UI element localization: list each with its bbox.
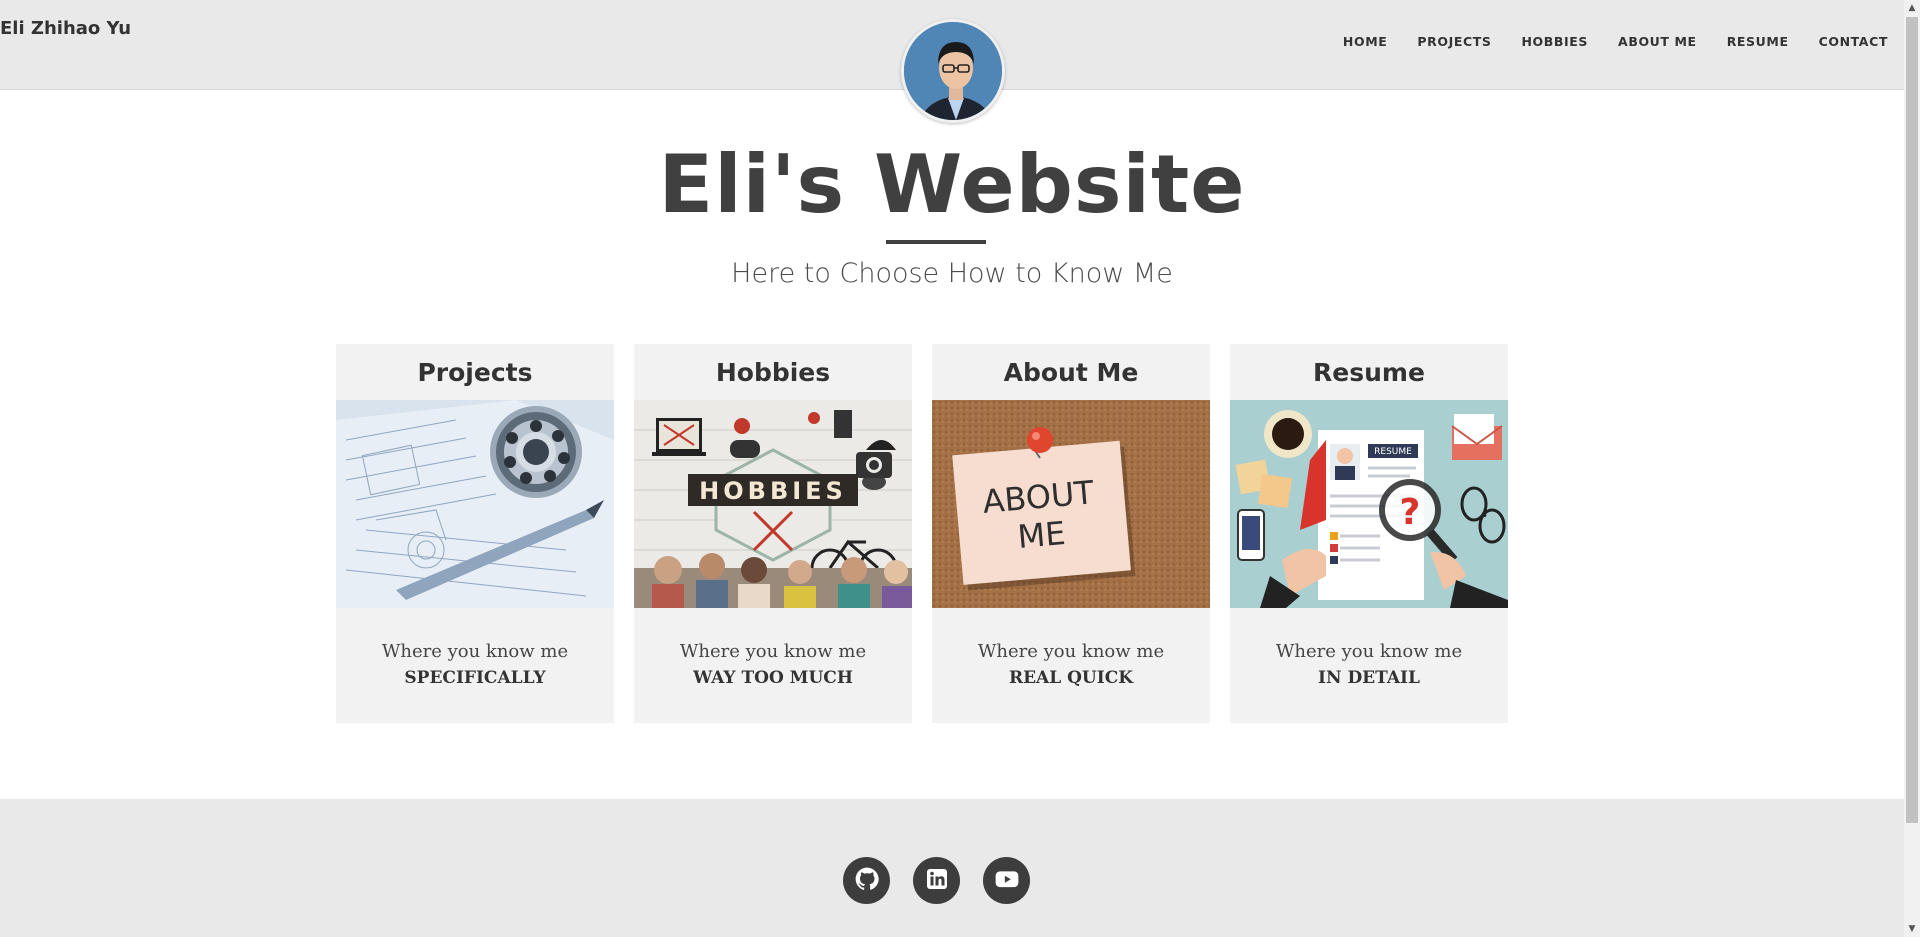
card-hobbies[interactable]: Hobbies HOBBIES Where you know me WAY TO… [634, 344, 912, 723]
resume-tag-text: RESUME [1374, 447, 1412, 457]
linkedin-icon [925, 867, 949, 895]
github-link[interactable] [843, 857, 890, 904]
scroll-up-arrow-icon[interactable]: ▲ [1904, 0, 1920, 16]
resume-image: RESUME ? [1230, 400, 1508, 608]
svg-text:?: ? [1400, 492, 1421, 533]
linkedin-link[interactable] [913, 857, 960, 904]
scroll-thumb[interactable] [1906, 17, 1918, 823]
card-caption: Where you know me [381, 641, 569, 662]
brand-link[interactable]: Eli Zhihao Yu [0, 18, 131, 39]
nav-about-me[interactable]: ABOUT ME [1618, 34, 1697, 49]
card-caption: Where you know me [1275, 641, 1463, 662]
card-title: Resume [1313, 358, 1425, 387]
card-resume[interactable]: Resume RESUME ? Where you know me IN DET… [1230, 344, 1508, 723]
nav-home[interactable]: HOME [1343, 34, 1387, 49]
hobbies-image: HOBBIES [634, 400, 912, 608]
card-title: About Me [1003, 358, 1139, 387]
about-me-image: ABOUT ME [932, 400, 1210, 608]
card-caption-emphasis: IN DETAIL [1318, 668, 1420, 688]
card-caption-emphasis: WAY TOO MUCH [693, 668, 853, 688]
footer [0, 799, 1904, 937]
title-divider [886, 240, 986, 244]
nav-hobbies[interactable]: HOBBIES [1522, 34, 1589, 49]
page-title: Eli's Website [658, 138, 1246, 231]
card-about-me[interactable]: About Me ABOUT ME Where you know me REAL… [932, 344, 1210, 723]
main-nav: HOME PROJECTS HOBBIES ABOUT ME RESUME CO… [1313, 34, 1888, 49]
card-caption-emphasis: SPECIFICALLY [404, 668, 546, 688]
card-title: Projects [417, 358, 533, 387]
card-caption-emphasis: REAL QUICK [1008, 668, 1134, 688]
card-caption: Where you know me [977, 641, 1165, 662]
page-subtitle: Here to Choose How to Know Me [731, 258, 1173, 289]
youtube-link[interactable] [983, 857, 1030, 904]
projects-image [336, 400, 614, 608]
github-icon [854, 866, 880, 896]
nav-resume[interactable]: RESUME [1727, 34, 1789, 49]
hobbies-banner-text: HOBBIES [699, 477, 847, 505]
card-title: Hobbies [715, 358, 831, 387]
nav-projects[interactable]: PROJECTS [1417, 34, 1491, 49]
card-projects[interactable]: Projects Where you know me SPECIFICALLY [336, 344, 614, 723]
profile-avatar [901, 19, 1005, 123]
scroll-down-arrow-icon[interactable]: ▼ [1904, 921, 1920, 937]
vertical-scrollbar[interactable]: ▲ ▼ [1904, 0, 1920, 937]
youtube-icon [994, 866, 1020, 896]
nav-contact[interactable]: CONTACT [1819, 34, 1888, 49]
about-note-line-2: ME [1016, 514, 1067, 556]
card-caption: Where you know me [679, 641, 867, 662]
